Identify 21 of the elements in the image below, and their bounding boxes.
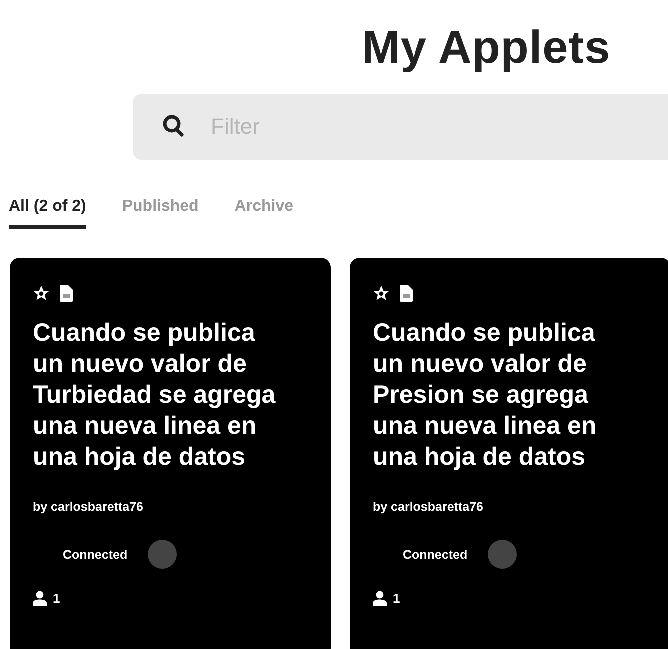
status-label: Connected: [403, 548, 468, 562]
toggle-knob[interactable]: [148, 540, 177, 569]
user-count: 1: [53, 591, 60, 606]
page-title: My Applets: [362, 20, 612, 74]
user-count: 1: [393, 591, 400, 606]
search-icon: [163, 115, 185, 139]
applet-author: by carlosbaretta76: [33, 500, 144, 514]
spreadsheet-icon: [60, 285, 73, 302]
applet-title: Cuando se publica un nuevo valor de Turbiedad se agrega una nueva linea en una hoja de datos: [33, 318, 277, 473]
tab[interactable]: All (2 of 2): [9, 198, 86, 229]
user-icon: [373, 591, 387, 606]
applet-card[interactable]: Cuando se publica un nuevo valor de Presion se agrega una nueva linea en una hoja de datos by carlosbaretta76 Connected 1: [350, 258, 668, 649]
toggle-knob[interactable]: [488, 540, 517, 569]
applet-card[interactable]: Cuando se publica un nuevo valor de Turbiedad se agrega una nueva linea en una hoja de datos by carlosbaretta76 Connected 1: [10, 258, 331, 649]
star-icon: [33, 285, 50, 302]
user-icon: [33, 591, 47, 606]
status-label: Connected: [63, 548, 128, 562]
star-icon: [373, 285, 390, 302]
spreadsheet-icon: [400, 285, 413, 302]
applet-title: Cuando se publica un nuevo valor de Presion se agrega una nueva linea en una hoja de datos: [373, 318, 598, 473]
applet-author: by carlosbaretta76: [373, 500, 484, 514]
